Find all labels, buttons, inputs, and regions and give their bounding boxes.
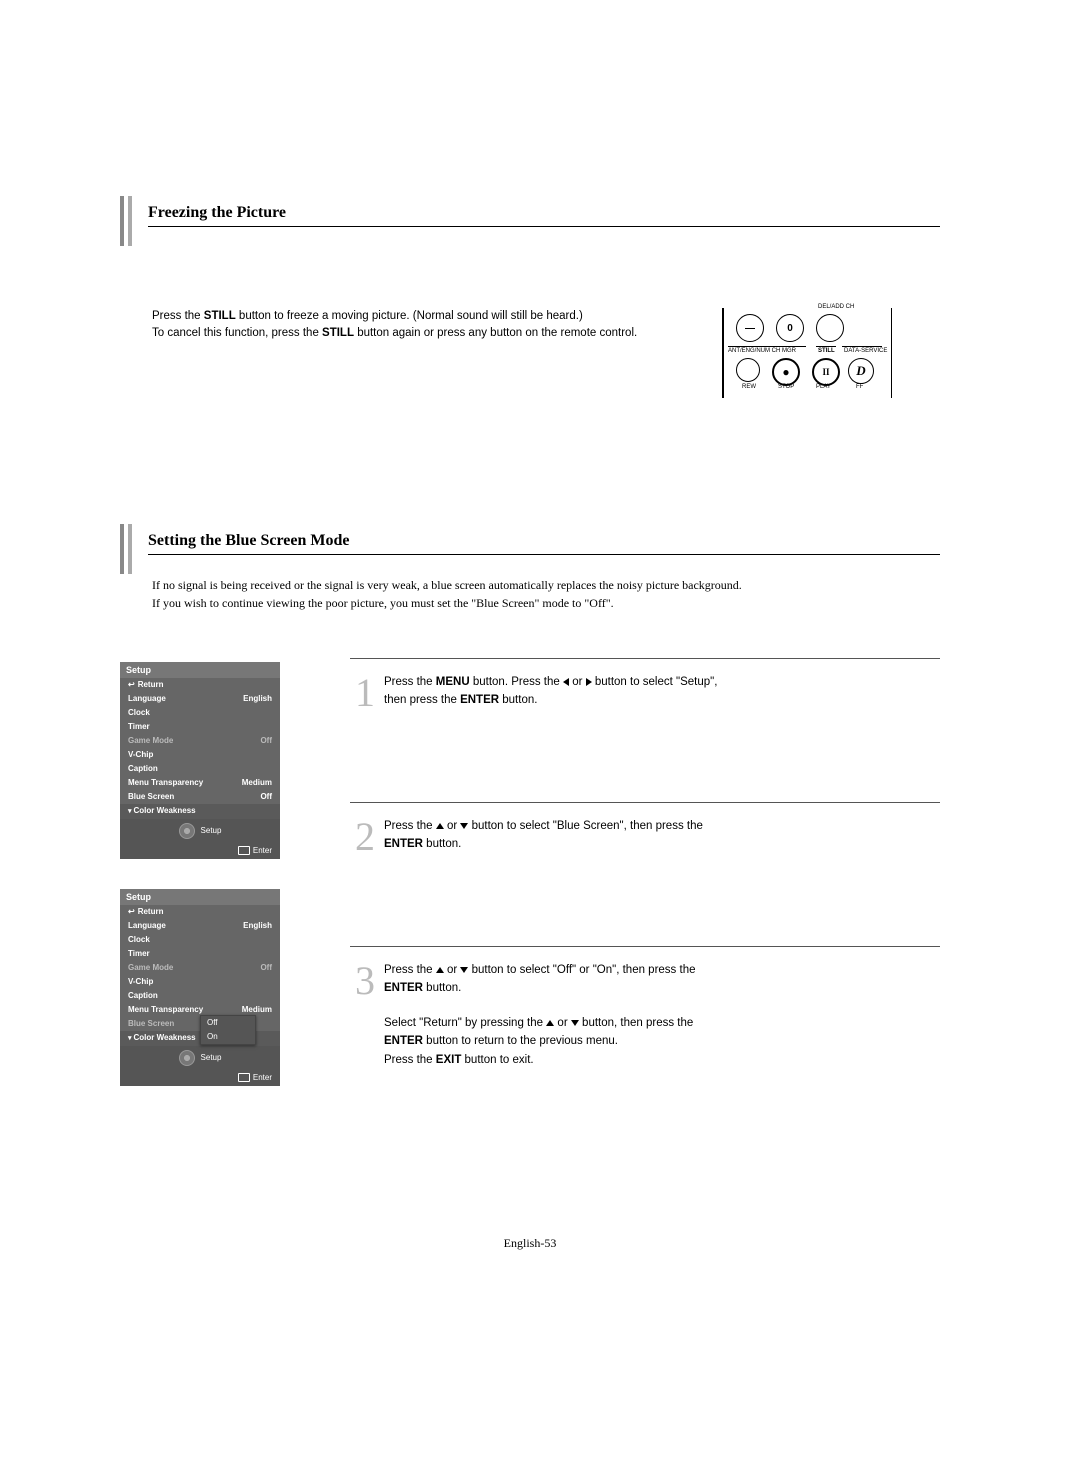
osd-setup-menu-1: Setup Return LanguageEnglish Clock Timer…: [120, 662, 280, 859]
step-2: 2 Press the or button to select "Blue Sc…: [350, 813, 940, 860]
down-arrow-icon: [460, 967, 468, 973]
section1-body: Press the STILL button to freeze a movin…: [152, 308, 712, 343]
more-icon: Color Weakness: [128, 1032, 196, 1045]
more-icon: Color Weakness: [128, 805, 196, 818]
down-arrow-icon: [460, 823, 468, 829]
enter-icon: [238, 1073, 250, 1082]
gear-icon: [179, 1050, 195, 1066]
step-1: 1 Press the MENU button. Press the or bu…: [350, 669, 940, 716]
step-3: 3 Press the or button to select "Off" or…: [350, 957, 940, 1069]
remote-control-illustration: DEL/ADD CH — 0 ANT/ENG/NUM CH MGR STILL …: [722, 308, 892, 398]
osd-setup-menu-2: Setup Return LanguageEnglish Clock Timer…: [120, 889, 280, 1086]
right-arrow-icon: [586, 678, 592, 686]
return-icon: Return: [128, 679, 163, 691]
section-bars-icon: [120, 196, 136, 246]
blue-screen-dropdown: Off On: [200, 1015, 256, 1045]
up-arrow-icon: [546, 1020, 554, 1026]
enter-icon: [238, 846, 250, 855]
up-arrow-icon: [436, 967, 444, 973]
left-arrow-icon: [563, 678, 569, 686]
section2-intro: If no signal is being received or the si…: [152, 576, 940, 612]
section2-title: Setting the Blue Screen Mode: [148, 532, 349, 549]
return-icon: Return: [128, 906, 163, 918]
up-arrow-icon: [436, 823, 444, 829]
section-bars-icon: [120, 524, 136, 574]
page-footer: English-53: [120, 1236, 940, 1251]
section1-title: Freezing the Picture: [148, 204, 286, 221]
gear-icon: [179, 823, 195, 839]
down-arrow-icon: [571, 1020, 579, 1026]
